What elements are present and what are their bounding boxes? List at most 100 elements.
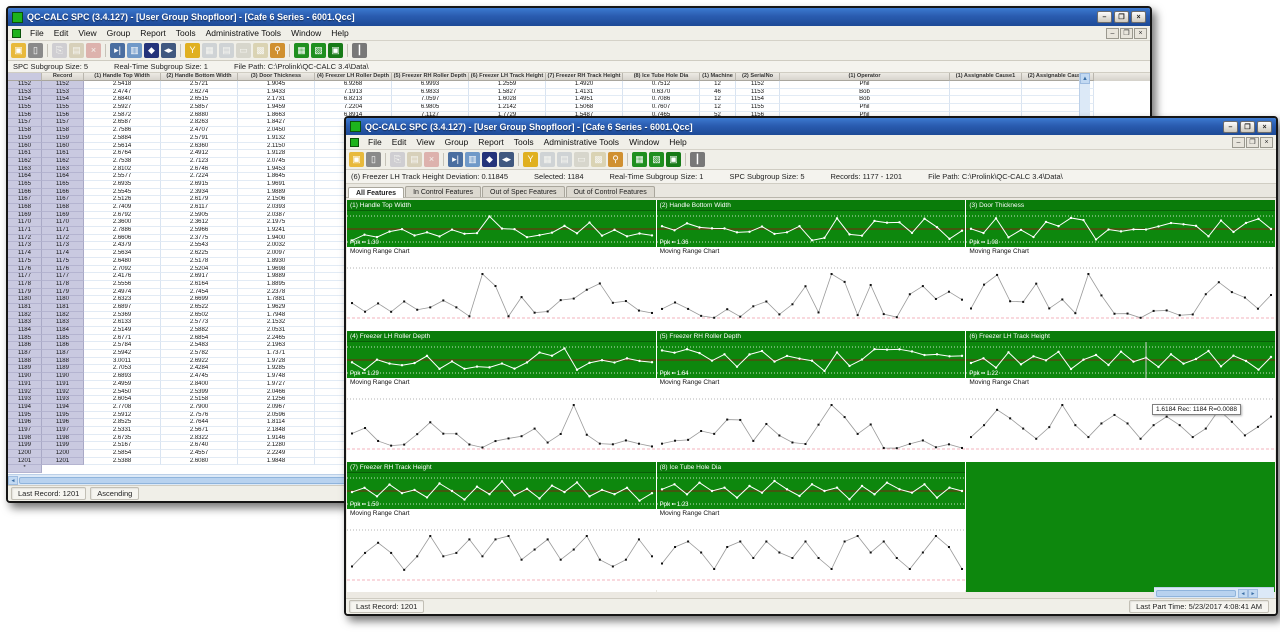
scroll-left-icon[interactable]: ◄ [8,476,18,485]
menu-item-edit[interactable]: Edit [387,136,412,148]
menu-item-view[interactable]: View [411,136,439,148]
report-preview-icon[interactable]: ▥ [465,152,480,167]
chart-panel-6[interactable]: (6) Freezer LH Track HeightPpk = 1.22Mov… [966,331,1275,461]
moving-range-chart[interactable] [966,387,1275,461]
individuals-chart[interactable]: Ppk = 1.30 [347,211,656,247]
menu-item-window[interactable]: Window [624,136,664,148]
monitor-icon[interactable]: ▣ [328,43,343,58]
menu-item-edit[interactable]: Edit [49,27,74,39]
moving-range-chart[interactable] [347,387,656,461]
minimize-button[interactable]: – [1223,121,1238,133]
chart-panel-1[interactable]: (1) Handle Top WidthPpk = 1.30Moving Ran… [347,200,656,330]
menu-item-file[interactable]: File [25,27,49,39]
scroll-thumb[interactable] [1156,590,1236,597]
filter-funnel-icon[interactable]: Y [523,152,538,167]
nav-last-icon[interactable]: ▸| [448,152,463,167]
moving-range-chart[interactable] [657,256,966,330]
moving-range-chart[interactable] [657,518,966,592]
column-header[interactable]: (1) Assignable Cause1 [950,73,1022,81]
close-button[interactable]: × [1257,121,1272,133]
datasheet-icon[interactable]: ▦ [294,43,309,58]
column-header[interactable]: (2) Handle Bottom Width [161,73,238,81]
column-header[interactable]: (1) Handle Top Width [84,73,161,81]
maximize-button[interactable]: ❒ [1114,11,1129,23]
titlebar[interactable]: QC-CALC SPC (3.4.127) - [User Group Shop… [346,118,1276,135]
key-icon[interactable]: ⚲ [270,43,285,58]
pin-icon[interactable]: ┃ [352,43,367,58]
horizontal-scrollbar[interactable]: ◄ ► [1154,587,1274,598]
mdi-close-button[interactable]: × [1260,137,1273,148]
column-header[interactable]: Record [42,73,84,81]
key-icon[interactable]: ⚲ [608,152,623,167]
menu-item-help[interactable]: Help [326,27,353,39]
menu-item-view[interactable]: View [73,27,101,39]
pin-icon[interactable]: ┃ [690,152,705,167]
individuals-chart[interactable]: Ppk = 1.36 [657,211,966,247]
menu-item-report[interactable]: Report [135,27,171,39]
individuals-chart[interactable]: Ppk = 1.22 [966,342,1275,378]
moving-range-chart[interactable] [966,256,1275,330]
individuals-chart[interactable]: Ppk = 1.29 [347,342,656,378]
lock-icon[interactable]: ◆ [144,43,159,58]
open-folder-icon[interactable]: ▣ [349,152,364,167]
close-button[interactable]: × [1131,11,1146,23]
column-header[interactable]: (2) SerialNo [736,73,780,81]
tab-all-features[interactable]: All Features [348,187,404,198]
chart-panel-4[interactable]: (4) Freezer LH Roller DepthPpk = 1.29Mov… [347,331,656,461]
scroll-right-icon[interactable]: ► [1248,589,1258,598]
mdi-restore-button[interactable]: ❐ [1120,28,1133,39]
chart-view-icon[interactable]: ▧ [311,43,326,58]
menu-item-help[interactable]: Help [664,136,691,148]
column-header[interactable]: (6) Freezer LH Track Height [469,73,546,81]
chart-panel-2[interactable]: (2) Handle Bottom WidthPpk = 1.36Moving … [657,200,966,330]
nav-range-icon[interactable]: ◂▸ [161,43,176,58]
mdi-restore-button[interactable]: ❐ [1246,137,1259,148]
mdi-minimize-button[interactable]: – [1232,137,1245,148]
delete-icon[interactable]: ▯ [28,43,43,58]
mdi-close-button[interactable]: × [1134,28,1147,39]
delete-icon[interactable]: ▯ [366,152,381,167]
column-header[interactable]: (4) Freezer LH Roller Depth [315,73,392,81]
column-header[interactable]: (3) Door Thickness [238,73,315,81]
column-header[interactable]: (1) Operator [780,73,950,81]
moving-range-chart[interactable] [347,256,656,330]
moving-range-chart[interactable] [657,387,966,461]
tab-out-of-control-features[interactable]: Out of Control Features [566,186,655,197]
scroll-left-icon[interactable]: ◄ [1238,589,1248,598]
menu-item-tools[interactable]: Tools [171,27,201,39]
minimize-button[interactable]: – [1097,11,1112,23]
chart-panel-5[interactable]: (5) Freezer RH Roller DepthPpk = 1.64Mov… [657,331,966,461]
chart-panel-8[interactable]: (8) Ice Tube Hole DiaPpk = 1.23Moving Ra… [657,462,966,592]
moving-range-chart[interactable] [347,518,656,592]
titlebar[interactable]: QC-CALC SPC (3.4.127) - [User Group Shop… [8,8,1150,26]
monitor-icon[interactable]: ▣ [666,152,681,167]
mdi-minimize-button[interactable]: – [1106,28,1119,39]
report-preview-icon[interactable]: ▥ [127,43,142,58]
column-header[interactable]: (1) Machine [700,73,736,81]
individuals-chart[interactable]: Ppk = 1.50 [347,473,656,509]
maximize-button[interactable]: ❒ [1240,121,1255,133]
individuals-chart[interactable]: Ppk = 1.64 [657,342,966,378]
filter-funnel-icon[interactable]: Y [185,43,200,58]
column-header[interactable]: (7) Freezer RH Track Height [546,73,623,81]
column-header[interactable]: (5) Freezer RH Roller Depth [392,73,469,81]
chart-panel-3[interactable]: (3) Door ThicknessPpk = 1.08Moving Range… [966,200,1275,330]
individuals-chart[interactable]: Ppk = 1.23 [657,473,966,509]
menu-item-window[interactable]: Window [286,27,326,39]
table-row[interactable]: 115411542.68402.65152.17316.82137.05971.… [8,96,1150,104]
mdi-child-icon[interactable] [350,138,359,147]
open-folder-icon[interactable]: ▣ [11,43,26,58]
mdi-child-icon[interactable] [12,29,21,38]
menu-item-group[interactable]: Group [440,136,474,148]
chart-view-icon[interactable]: ▧ [649,152,664,167]
tab-out-of-spec-features[interactable]: Out of Spec Features [482,186,565,197]
tab-in-control-features[interactable]: In Control Features [405,186,481,197]
table-row[interactable]: 115211522.54182.57211.90456.92686.99931.… [8,81,1150,89]
nav-last-icon[interactable]: ▸| [110,43,125,58]
menu-item-administrative-tools[interactable]: Administrative Tools [201,27,286,39]
nav-range-icon[interactable]: ◂▸ [499,152,514,167]
menu-item-group[interactable]: Group [102,27,136,39]
menu-item-administrative-tools[interactable]: Administrative Tools [539,136,624,148]
menu-item-file[interactable]: File [363,136,387,148]
table-row[interactable]: 115311532.47472.62741.94337.19136.98331.… [8,89,1150,97]
